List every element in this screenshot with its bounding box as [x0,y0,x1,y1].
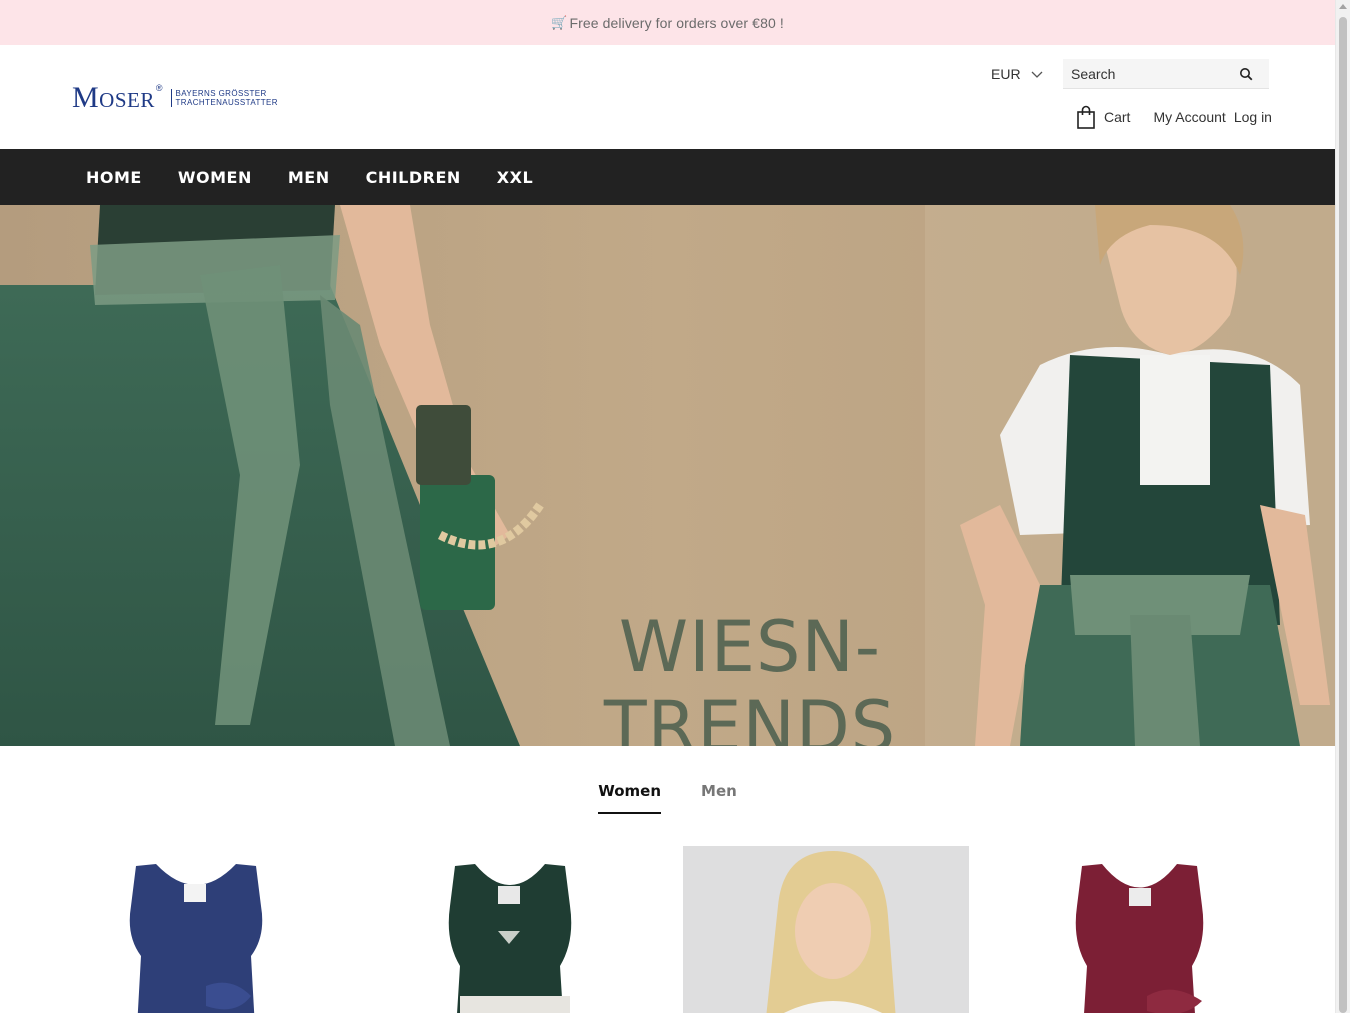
hero-headline-line-2: TRENDS [603,686,897,746]
product-card[interactable] [683,846,969,1013]
nav-item-xxl[interactable]: XXL [497,168,533,187]
chevron-down-icon [1031,71,1043,78]
logo[interactable]: Moser ® BAYERNS GRÖSSTER TRACHTENAUSSTAT… [72,81,278,115]
page: 🛒 Free delivery for orders over €80 ! Mo… [0,0,1350,1013]
nav-item-women[interactable]: WOMEN [178,168,252,187]
hero-banner[interactable]: WIESN- TRENDS [0,205,1335,746]
nav-item-men[interactable]: MEN [288,168,330,187]
search-input[interactable] [1063,65,1233,82]
cart-link[interactable]: Cart [1104,109,1130,125]
product-card[interactable] [370,846,656,1013]
page-content: 🛒 Free delivery for orders over €80 ! Mo… [0,0,1335,1013]
search-bar [1063,59,1269,89]
search-icon[interactable] [1239,67,1253,81]
shopping-cart-icon: 🛒 [551,14,568,30]
log-in-link[interactable]: Log in [1234,109,1272,125]
logo-tagline: BAYERNS GRÖSSTER TRACHTENAUSSTATTER [170,89,278,107]
logo-registered-mark: ® [155,83,163,93]
tab-men[interactable]: Men [701,782,737,812]
currency-value: EUR [991,66,1021,82]
logo-tagline-line-2: TRACHTENAUSSTATTER [175,98,278,107]
product-image [683,846,969,1013]
announcement-text: Free delivery for orders over €80 ! [569,14,784,31]
site-header: Moser ® BAYERNS GRÖSSTER TRACHTENAUSSTAT… [0,45,1335,149]
product-card[interactable] [56,846,342,1013]
scrollbar-thumb[interactable] [1339,17,1347,1013]
collection-tabs: Women Men [0,746,1335,846]
product-image [370,846,656,1013]
hero-headline-line-1: WIESN- [618,606,882,688]
hero-headline: WIESN- TRENDS [580,607,920,746]
product-card[interactable] [997,846,1283,1013]
nav-item-home[interactable]: HOME [86,168,142,187]
product-grid [0,846,1335,1013]
vertical-scrollbar[interactable] [1335,0,1350,1013]
logo-tagline-line-1: BAYERNS GRÖSSTER [175,89,267,98]
header-utility-links: Cart My Account Log in [1076,105,1272,129]
scroll-up-arrow-icon[interactable] [1339,4,1347,9]
logo-wordmark: Moser [72,81,155,114]
announcement-bar: 🛒 Free delivery for orders over €80 ! [0,0,1335,45]
currency-selector[interactable]: EUR [991,66,1043,82]
tab-women[interactable]: Women [598,782,662,814]
nav-item-children[interactable]: CHILDREN [366,168,461,187]
product-image [56,846,342,1013]
product-image [997,846,1283,1013]
main-nav: HOME WOMEN MEN CHILDREN XXL [0,149,1335,205]
my-account-link[interactable]: My Account [1153,109,1225,125]
shopping-bag-icon[interactable] [1076,105,1096,129]
